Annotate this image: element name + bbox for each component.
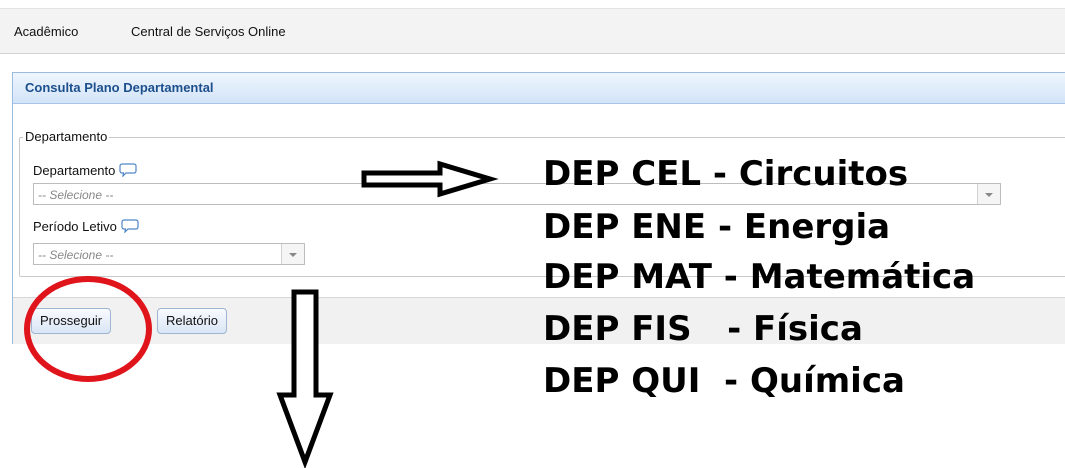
annotation-line-fis: DEP FIS - Física: [543, 309, 863, 349]
down-arrow-annotation: [276, 289, 334, 468]
annotation-line-qui: DEP QUI - Química: [543, 361, 905, 401]
annotation-line-cel: DEP CEL - Circuitos: [543, 154, 909, 194]
annotation-overlay: [24, 160, 499, 468]
red-circle-annotation: [24, 276, 152, 382]
annotation-line-ene: DEP ENE - Energia: [543, 207, 891, 247]
right-arrow-annotation: [361, 160, 499, 198]
annotation-line-mat: DEP MAT - Matemática: [543, 257, 976, 297]
